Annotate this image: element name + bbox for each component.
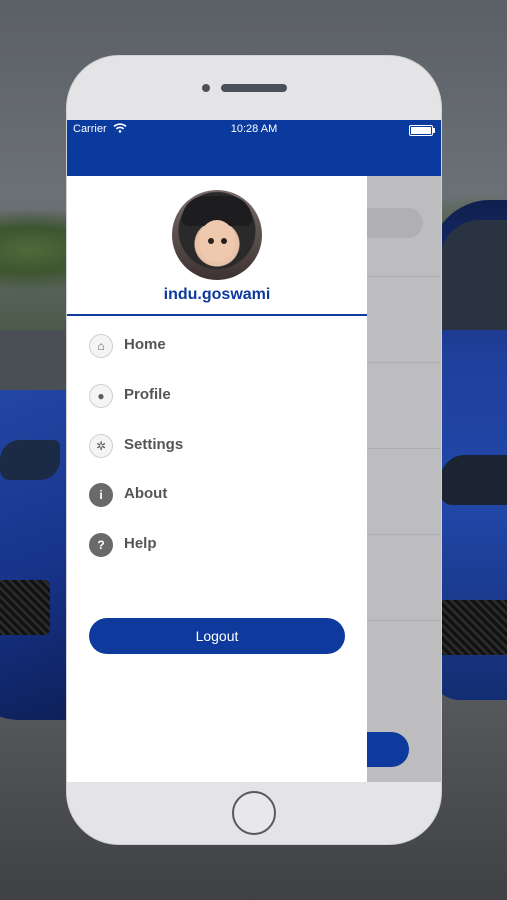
avatar-eye [221, 238, 227, 244]
menu-item-about[interactable]: i About [67, 475, 367, 515]
home-button[interactable] [232, 791, 276, 835]
menu-item-settings[interactable]: ✲ Settings [67, 426, 367, 466]
car-headlight [0, 440, 60, 480]
car-grill [0, 580, 50, 635]
info-icon: i [89, 483, 113, 507]
status-bar: Carrier 10:28 AM [67, 120, 441, 176]
home-icon: ⌂ [89, 334, 113, 358]
help-icon: ? [89, 533, 113, 557]
avatar-face [199, 220, 235, 262]
menu-item-help[interactable]: ? Help [67, 525, 367, 565]
menu-item-label: Profile [124, 386, 171, 403]
dimmed-divider [367, 276, 441, 277]
dimmed-divider [367, 448, 441, 449]
camera-dot [202, 84, 210, 92]
menu-item-profile[interactable]: ● Profile [67, 376, 367, 416]
dimmed-divider [367, 620, 441, 621]
car-window [440, 220, 507, 330]
status-time: 10:28 AM [230, 123, 278, 135]
menu-item-label: Settings [124, 436, 184, 453]
speaker-grille [221, 84, 287, 92]
dimmed-divider [367, 534, 441, 535]
dimmed-search-field [367, 208, 423, 238]
menu-item-label: About [124, 485, 168, 502]
car-headlight [440, 455, 507, 505]
battery-icon [409, 125, 435, 136]
menu-item-home[interactable]: ⌂ Home [67, 326, 367, 366]
dimmed-button [367, 732, 409, 767]
logout-button[interactable]: Logout [89, 618, 345, 654]
avatar[interactable] [172, 190, 262, 280]
drawer-divider [67, 314, 367, 316]
avatar-eye [208, 238, 214, 244]
username-label: indu.goswami [163, 286, 271, 303]
menu-item-label: Home [124, 336, 166, 353]
phone-frame: Carrier 10:28 AM indu.goswami ⌂ Home ● P… [67, 56, 441, 844]
person-icon: ● [89, 384, 113, 408]
car-grill [440, 600, 507, 655]
dimmed-divider [367, 362, 441, 363]
side-drawer: indu.goswami ⌂ Home ● Profile ✲ Settings… [67, 176, 367, 782]
gear-icon: ✲ [89, 434, 113, 458]
menu-item-label: Help [124, 535, 157, 552]
dimmed-main-content[interactable] [367, 176, 441, 782]
phone-screen: Carrier 10:28 AM indu.goswami ⌂ Home ● P… [67, 120, 441, 782]
car-right [430, 200, 507, 700]
